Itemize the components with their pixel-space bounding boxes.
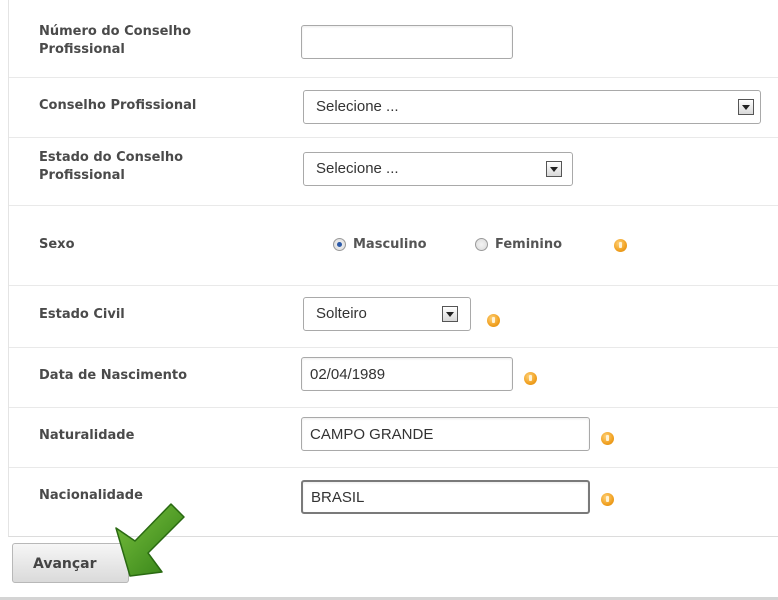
radio-feminino[interactable] — [475, 238, 488, 251]
row-estado-conselho: Estado do Conselho Profissional Selecion… — [9, 137, 778, 206]
warning-icon — [601, 432, 614, 445]
conselho-numero-input[interactable] — [301, 25, 513, 59]
row-conselho-numero: Número do Conselho Profissional — [9, 0, 778, 78]
warning-icon — [487, 314, 500, 327]
conselho-profissional-select[interactable]: Selecione ... — [303, 90, 761, 124]
radio-feminino-label[interactable]: Feminino — [495, 237, 562, 253]
chevron-down-icon[interactable] — [738, 99, 754, 115]
data-nascimento-label: Data de Nascimento — [39, 368, 188, 383]
conselho-numero-label: Número do Conselho Profissional — [39, 24, 192, 57]
conselho-profissional-label: Conselho Profissional — [39, 98, 197, 113]
sexo-label: Sexo — [39, 237, 75, 252]
conselho-profissional-value: Selecione ... — [316, 98, 399, 115]
radio-masculino[interactable] — [333, 238, 346, 251]
naturalidade-input[interactable] — [301, 417, 590, 451]
warning-icon — [614, 239, 627, 252]
estado-conselho-value: Selecione ... — [316, 160, 399, 177]
warning-icon — [524, 372, 537, 385]
nacionalidade-input[interactable] — [301, 480, 590, 514]
row-sexo: Sexo Masculino Feminino — [9, 205, 778, 286]
warning-icon — [601, 493, 614, 506]
estado-conselho-label: Estado do Conselho Profissional — [39, 150, 184, 183]
naturalidade-label: Naturalidade — [39, 428, 135, 443]
registration-form: Número do Conselho Profissional Conselho… — [8, 0, 778, 537]
estado-conselho-select[interactable]: Selecione ... — [303, 152, 573, 186]
row-naturalidade: Naturalidade — [9, 407, 778, 468]
row-estado-civil: Estado Civil Solteiro — [9, 285, 778, 348]
green-arrow-icon — [115, 503, 185, 577]
row-conselho-profissional: Conselho Profissional Selecione ... — [9, 77, 778, 138]
estado-civil-label: Estado Civil — [39, 307, 125, 322]
chevron-down-icon[interactable] — [442, 306, 458, 322]
data-nascimento-input[interactable] — [301, 357, 513, 391]
row-data-nascimento: Data de Nascimento — [9, 347, 778, 408]
estado-civil-select[interactable]: Solteiro — [303, 297, 471, 331]
chevron-down-icon[interactable] — [546, 161, 562, 177]
radio-masculino-label[interactable]: Masculino — [353, 237, 427, 253]
estado-civil-value: Solteiro — [316, 305, 367, 322]
